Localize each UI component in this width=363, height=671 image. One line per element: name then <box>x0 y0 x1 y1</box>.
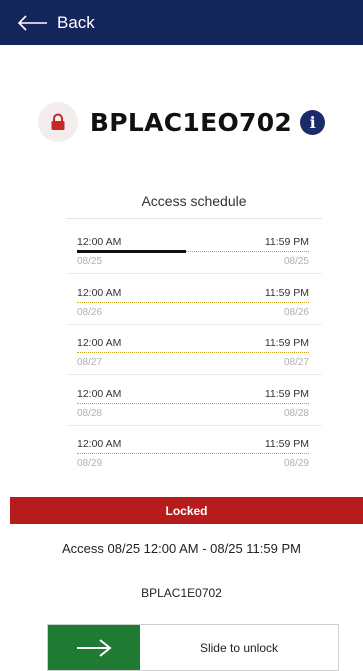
lock-status-bar: Locked <box>10 497 363 524</box>
info-icon[interactable]: i <box>300 109 326 135</box>
back-button[interactable]: Back <box>57 13 95 33</box>
slot-end-date: 08/27 <box>283 357 309 368</box>
schedule-slot: 12:00 AM 11:59 PM 08/25 08/25 <box>77 236 309 278</box>
slot-start-time: 12:00 AM <box>77 287 122 299</box>
slot-end-time: 11:59 PM <box>264 388 309 400</box>
slider-handle[interactable] <box>48 625 140 670</box>
slot-separator <box>66 273 322 274</box>
back-arrow-icon[interactable] <box>17 13 51 33</box>
device-header: BPLAC1EO702 i <box>0 99 363 145</box>
device-name: BPLAC1EO702 <box>89 107 293 137</box>
slot-track <box>77 302 309 306</box>
schedule-slot: 12:00 AM 11:59 PM 08/27 08/27 <box>77 337 309 379</box>
slider-label: Slide to unlock <box>199 640 279 655</box>
schedule-slot: 12:00 AM 11:59 PM 08/29 08/29 <box>77 438 309 480</box>
slot-end-date: 08/26 <box>283 307 309 318</box>
slot-start-time: 12:00 AM <box>77 337 122 349</box>
slide-to-unlock[interactable]: Slide to unlock <box>47 624 339 671</box>
slot-track <box>77 453 309 457</box>
slot-start-date: 08/26 <box>77 307 103 318</box>
slot-start-date: 08/27 <box>77 357 103 368</box>
slot-track <box>77 250 309 255</box>
slot-start-date: 08/29 <box>77 458 103 469</box>
slot-progress <box>77 250 187 253</box>
schedule-slot: 12:00 AM 11:59 PM 08/28 08/28 <box>77 388 309 430</box>
slot-end-date: 08/28 <box>283 408 309 419</box>
slot-start-time: 12:00 AM <box>77 388 122 400</box>
serial-number: BPLAC1E0702 <box>141 586 222 600</box>
slot-end-date: 08/29 <box>283 458 309 469</box>
slot-start-date: 08/28 <box>77 408 103 419</box>
slot-end-time: 11:59 PM <box>264 287 309 299</box>
slot-end-time: 11:59 PM <box>264 337 309 349</box>
slot-end-time: 11:59 PM <box>264 236 309 248</box>
slot-end-date: 08/25 <box>283 256 309 267</box>
slot-start-time: 12:00 AM <box>77 438 122 450</box>
padlock-icon <box>51 113 65 130</box>
slot-separator <box>66 425 322 426</box>
access-window-text: Access 08/25 12:00 AM - 08/25 11:59 PM <box>62 541 301 556</box>
slot-end-time: 11:59 PM <box>264 438 309 450</box>
schedule-divider <box>66 218 322 219</box>
slot-start-time: 12:00 AM <box>77 236 122 248</box>
schedule-title: Access schedule <box>141 193 247 209</box>
slot-separator <box>66 324 322 325</box>
lock-badge <box>37 102 78 142</box>
slot-track <box>77 352 309 356</box>
schedule-slot: 12:00 AM 11:59 PM 08/26 08/26 <box>77 287 309 329</box>
top-bar: Back <box>0 0 363 45</box>
arrow-right-icon <box>77 638 112 657</box>
slot-separator <box>66 374 322 375</box>
slot-start-date: 08/25 <box>77 256 103 267</box>
slot-track <box>77 403 309 407</box>
